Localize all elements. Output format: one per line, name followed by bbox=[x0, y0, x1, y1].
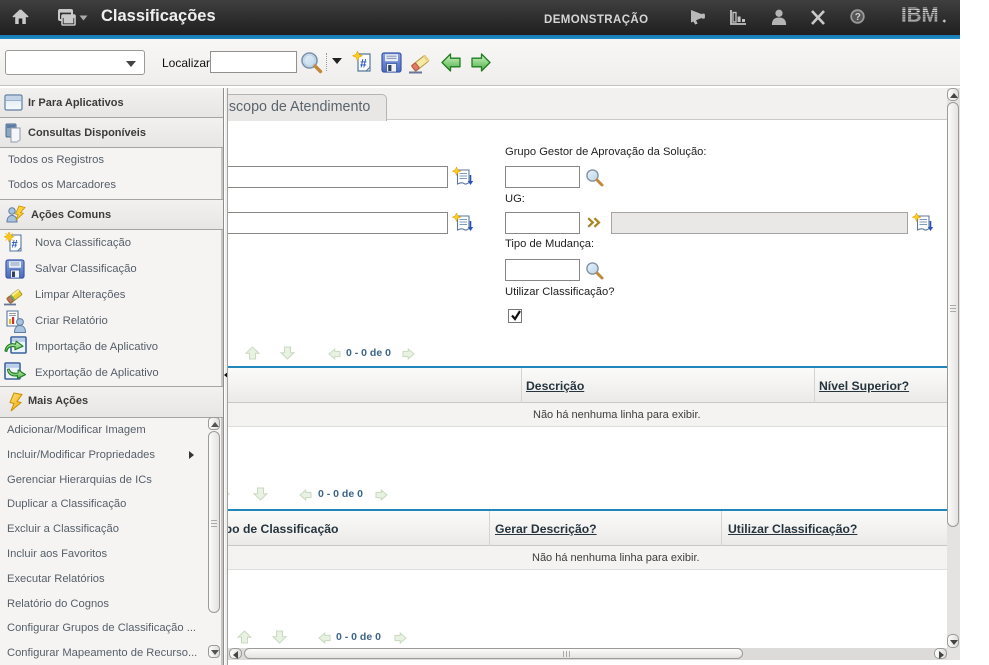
svg-text:IBM: IBM bbox=[901, 6, 939, 26]
svg-text:?: ? bbox=[855, 12, 861, 23]
svg-text:#: # bbox=[360, 57, 367, 71]
